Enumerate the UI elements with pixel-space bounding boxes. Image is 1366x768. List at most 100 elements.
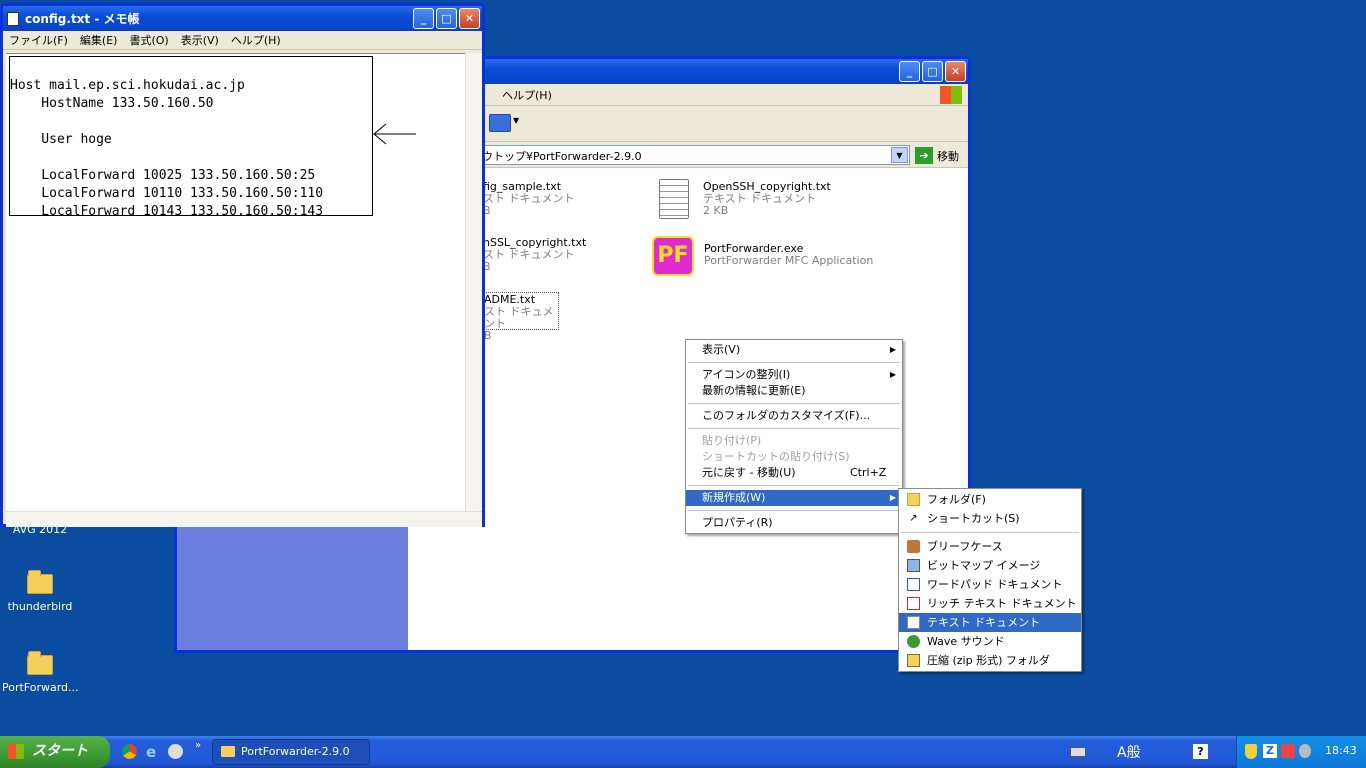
volume-icon[interactable] [1299,744,1311,758]
menu-item-undo[interactable]: 元に戻す - 移動(U) Ctrl+Z [686,465,902,481]
start-label: スタート [32,743,88,759]
menu-item-paste-shortcut[interactable]: ショートカットの貼り付け(S) [686,449,902,465]
text-line: User hoge [10,132,112,147]
menu-file[interactable]: ファイル(F) [3,32,74,48]
start-button[interactable]: スタート [0,736,110,768]
submenu-arrow-icon: ▶ [889,370,896,379]
wave-sound-icon [907,635,920,648]
notepad-icon [7,11,19,26]
windows-flag-icon [8,744,24,759]
folder-icon [907,493,920,506]
wordpad-icon [907,578,920,591]
menu-label: ショートカットの貼り付け(S) [702,450,850,463]
text-line: LocalForward 10110 133.50.160.50:110 [10,186,324,201]
menu-format[interactable]: 書式(O) [123,32,174,48]
file-size: B [483,260,491,273]
menu-label: このフォルダのカスタマイズ(F)... [702,409,871,422]
menu-separator [901,532,1079,533]
menu-label: ワードパッド ドキュメント [927,578,1063,591]
menu-label: 圧縮 (zip 形式) フォルダ [927,654,1050,667]
text-line [10,113,323,131]
menu-separator [688,362,900,363]
submenu-item-wave[interactable]: Wave サウンド [899,632,1081,651]
submenu-item-folder[interactable]: フォルダ(F) [899,490,1081,509]
menu-item-refresh[interactable]: 最新の情報に更新(E) [686,383,902,399]
menu-label: 新規作成(W) [702,491,766,504]
horizontal-scrollbar[interactable] [6,511,482,527]
file-item[interactable]: nSSL_copyright.txt スト ドキュメント B [483,237,586,273]
vertical-scrollbar[interactable] [465,53,482,511]
quicklaunch-more-icon[interactable]: » [195,740,201,751]
submenu-item-shortcut[interactable]: ↗ ショートカット(S) [899,509,1081,528]
help-icon[interactable]: ? [1193,744,1208,759]
views-icon[interactable] [489,114,511,132]
file-item[interactable]: PortForwarder.exe PortForwarder MFC Appl… [704,243,873,267]
menu-label: 貼り付け(P) [702,434,762,447]
notepad-menubar: ファイル(F) 編集(E) 書式(O) 表示(V) ヘルプ(H) [3,31,482,50]
quicklaunch-icon[interactable] [168,744,183,759]
close-button[interactable]: ✕ [459,8,480,29]
go-label: 移動 [937,149,959,163]
text-document-icon [907,616,920,629]
file-size: 2 KB [703,204,729,217]
notepad-editor[interactable]: Host mail.ep.sci.hokudai.ac.jp HostName … [6,53,467,511]
submenu-item-bitmap[interactable]: ビットマップ イメージ [899,556,1081,575]
text-line: HostName 133.50.160.50 [10,96,214,111]
chrome-icon[interactable] [122,744,137,759]
security-shield-icon[interactable] [1245,744,1257,759]
menu-view[interactable]: 表示(V) [175,32,225,48]
minimize-button[interactable]: _ [899,61,920,82]
windows-logo-icon [940,86,962,104]
menu-label: 元に戻す - 移動(U) [702,466,796,479]
network-icon[interactable] [1281,744,1295,758]
menu-item-view[interactable]: 表示(V) ▶ [686,342,902,358]
desktop-icon-label: thunderbird [7,600,73,613]
shortcut-icon: ↗ [909,513,918,524]
file-item[interactable]: fig_sample.txt スト ドキュメント B [483,181,575,217]
ime-indicator[interactable]: A般 [1117,742,1141,762]
editor-text: Host mail.ep.sci.hokudai.ac.jp HostName … [10,59,323,257]
minimize-button[interactable]: _ [413,8,434,29]
notepad-titlebar[interactable]: config.txt - メモ帳 _ □ ✕ [3,6,482,31]
maximize-button[interactable]: □ [436,8,457,29]
file-item[interactable]: OpenSSH_copyright.txt テキスト ドキュメント 2 KB [703,181,831,217]
ie-icon[interactable]: e [146,743,156,761]
menu-help[interactable]: ヘルプ(H) [225,32,287,48]
file-type: スト ドキュメント [484,305,554,330]
close-button[interactable]: ✕ [945,61,966,82]
portforwarder-app-icon: PF [652,236,694,276]
views-dropdown-icon[interactable]: ▼ [513,116,519,125]
menu-label: 表示(V) [702,343,741,356]
tray-z-icon[interactable]: Z [1263,744,1277,758]
menu-item-new[interactable]: 新規作成(W) ▶ [686,490,902,506]
menu-item-customize[interactable]: このフォルダのカスタマイズ(F)... [686,408,902,424]
menu-separator [688,510,900,511]
keyboard-icon[interactable] [1070,747,1086,757]
menu-edit[interactable]: 編集(E) [74,32,124,48]
menu-label: リッチ テキスト ドキュメント [927,597,1077,610]
desktop-icon-portforwarder[interactable]: PortForward... [2,651,79,694]
menu-help[interactable]: ヘルプ(H) [502,87,552,103]
menu-label: アイコンの整列(I) [702,368,791,381]
menu-item-arrange[interactable]: アイコンの整列(I) ▶ [686,367,902,383]
clock[interactable]: 18:43 [1325,744,1357,757]
menu-item-paste[interactable]: 貼り付け(P) [686,433,902,449]
menu-label: ブリーフケース [927,540,1003,553]
submenu-item-zip[interactable]: 圧縮 (zip 形式) フォルダ [899,651,1081,670]
submenu-item-text[interactable]: テキスト ドキュメント [899,613,1081,632]
taskbar-button-explorer[interactable]: PortForwarder-2.9.0 [212,739,370,765]
file-type: スト ドキュメント [483,192,575,205]
file-size: B [484,329,492,342]
address-dropdown-icon[interactable]: ▼ [891,147,908,163]
menu-item-properties[interactable]: プロパティ(R) [686,515,902,531]
maximize-button[interactable]: □ [922,61,943,82]
go-button[interactable]: ➔ 移動 [915,146,959,165]
file-item[interactable]: ADME.txt スト ドキュメント B [481,292,559,342]
menu-label: テキスト ドキュメント [927,616,1041,629]
submenu-item-rtf[interactable]: リッチ テキスト ドキュメント [899,594,1081,613]
desktop-icon-label: PortForward... [2,681,79,694]
text-line: Host mail.ep.sci.hokudai.ac.jp [10,78,245,93]
submenu-item-briefcase[interactable]: ブリーフケース [899,537,1081,556]
desktop-icon-thunderbird[interactable]: thunderbird [2,570,78,613]
submenu-item-wordpad[interactable]: ワードパッド ドキュメント [899,575,1081,594]
